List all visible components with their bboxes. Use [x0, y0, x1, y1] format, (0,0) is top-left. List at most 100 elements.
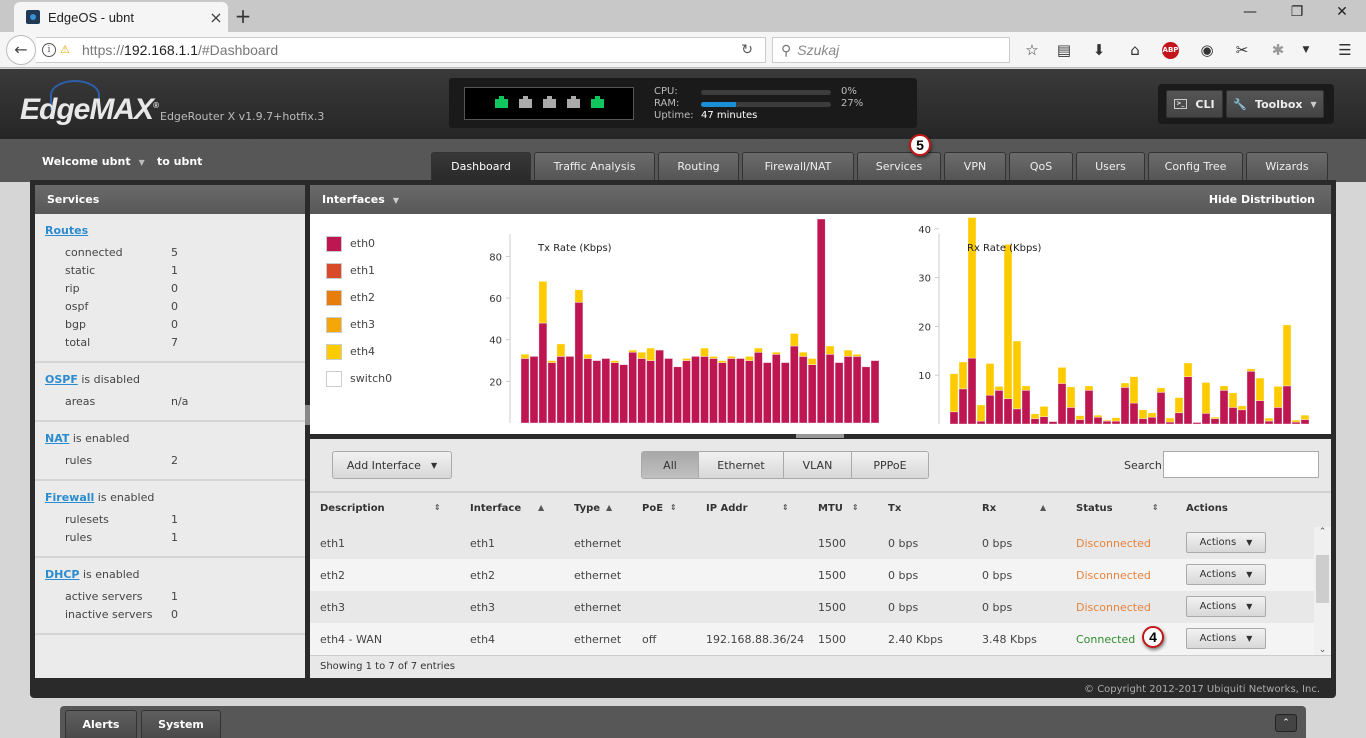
bar-eth0 [1138, 418, 1148, 425]
back-button[interactable]: ← [6, 35, 36, 65]
scroll-down-icon[interactable]: ⌄ [1314, 645, 1331, 655]
home-icon[interactable]: ⌂ [1124, 40, 1146, 60]
column-header-tx[interactable]: Tx [888, 503, 901, 514]
dhcp-link[interactable]: DHCP [45, 568, 79, 581]
chevron-down-icon: ▼ [1310, 99, 1317, 109]
color-picker-extension-icon[interactable]: ◉ [1196, 40, 1218, 60]
user-menu[interactable]: Welcome ubnt ▼ [42, 155, 145, 168]
stat-value: 2 [171, 453, 178, 467]
column-header-rx[interactable]: Rx [982, 503, 996, 514]
table-search-input[interactable] [1163, 451, 1319, 478]
bar-eth0 [816, 218, 826, 424]
tab-config-tree[interactable]: Config Tree [1148, 152, 1243, 180]
firewall-link[interactable]: Firewall [45, 491, 94, 504]
column-header-description[interactable]: Description [320, 503, 385, 514]
tab-vpn[interactable]: VPN [944, 152, 1006, 180]
expand-bottom-bar-button[interactable]: ⌃ [1275, 714, 1297, 732]
column-header-actions[interactable]: Actions [1186, 503, 1228, 514]
insecure-lock-icon[interactable]: ⚠ [60, 43, 74, 57]
add-interface-button[interactable]: Add Interface ▼ [332, 451, 452, 479]
tab-wizards[interactable]: Wizards [1246, 152, 1328, 180]
tab-routing[interactable]: Routing [658, 152, 739, 180]
screenshot-extension-icon[interactable]: ✂ [1231, 40, 1253, 60]
row-actions-button[interactable]: Actions ▼ [1186, 532, 1266, 553]
tab-services[interactable]: Services [857, 152, 941, 180]
tab-firewall-nat[interactable]: Firewall/NAT [742, 152, 854, 180]
url-bar[interactable]: i ⚠ https://192.168.1.1/#Dashboard ↻ [36, 37, 766, 63]
hamburger-menu-icon[interactable]: ☰ [1334, 40, 1356, 60]
row-actions-button[interactable]: Actions ▼ [1186, 628, 1266, 649]
interfaces-dropdown[interactable]: Interfaces ▼ [322, 193, 399, 206]
bookmark-star-icon[interactable]: ☆ [1021, 40, 1043, 60]
table-scrollbar[interactable]: ⌃ ⌄ [1314, 527, 1331, 655]
back-arrow-icon: ← [14, 40, 28, 59]
ospf-link[interactable]: OSPF [45, 373, 78, 386]
stat-name: rulesets [65, 512, 109, 526]
tab-qos[interactable]: QoS [1009, 152, 1073, 180]
window-close-button[interactable]: ✕ [1330, 4, 1354, 20]
url-text[interactable]: https://192.168.1.1/#Dashboard [82, 42, 278, 58]
system-tab[interactable]: System [141, 710, 221, 738]
cell-ip: 192.168.88.36/24 [706, 633, 805, 646]
tab-traffic-analysis[interactable]: Traffic Analysis [534, 152, 655, 180]
bug-extension-icon[interactable]: ✱ [1267, 40, 1289, 60]
column-header-ip-addr[interactable]: IP Addr [706, 503, 748, 514]
browser-tab[interactable]: EdgeOS - ubnt × [14, 2, 228, 32]
bar-eth4 [1075, 415, 1085, 420]
stat-name: inactive servers [65, 607, 153, 621]
bar-eth0 [736, 358, 745, 424]
window-maximize-button[interactable]: ❐ [1285, 4, 1309, 20]
row-actions-button[interactable]: Actions ▼ [1186, 596, 1266, 617]
browser-search-input[interactable]: ⚲ Szukaj [772, 37, 1010, 63]
window-minimize-button[interactable]: — [1238, 4, 1262, 20]
column-header-status[interactable]: Status [1076, 503, 1113, 514]
sort-icon[interactable]: ⇕ [434, 503, 441, 512]
nat-link[interactable]: NAT [45, 432, 69, 445]
filter-all-button[interactable]: All [642, 452, 699, 478]
column-header-type[interactable]: Type [574, 503, 600, 514]
bar-eth4 [1147, 412, 1157, 418]
bar-eth0 [1237, 409, 1247, 425]
routes-link[interactable]: Routes [45, 224, 88, 237]
row-actions-button[interactable]: Actions ▼ [1186, 564, 1266, 585]
bar-eth0 [1255, 400, 1265, 425]
sort-icon[interactable]: ▲ [606, 503, 612, 512]
bar-eth4 [628, 349, 638, 353]
overflow-chevron-icon[interactable]: ▼ [1295, 40, 1317, 60]
reload-icon[interactable]: ↻ [741, 42, 753, 58]
bar-eth0 [565, 356, 575, 424]
column-header-mtu[interactable]: MTU [818, 503, 843, 514]
column-header-interface[interactable]: Interface [470, 503, 521, 514]
scroll-up-icon[interactable]: ⌃ [1314, 527, 1331, 537]
filter-pppoe-button[interactable]: PPPoE [852, 452, 928, 478]
sort-icon[interactable]: ⇕ [1152, 503, 1159, 512]
bar-eth4 [520, 354, 530, 359]
adblock-plus-icon[interactable]: ABP [1162, 42, 1179, 59]
bar-eth4 [610, 360, 620, 364]
info-icon[interactable]: i [42, 43, 56, 57]
cli-button[interactable]: >_ CLI [1166, 90, 1223, 118]
alerts-tab[interactable]: Alerts [65, 710, 137, 738]
hide-distribution-link[interactable]: Hide Distribution [1209, 185, 1315, 214]
tab-dashboard[interactable]: Dashboard [431, 152, 531, 180]
tab-users[interactable]: Users [1076, 152, 1145, 180]
sort-icon[interactable]: ⇕ [852, 503, 859, 512]
bar-eth4 [1183, 362, 1193, 377]
toolbox-button[interactable]: 🔧 Toolbox ▼ [1226, 90, 1324, 118]
reading-list-icon[interactable]: ▤ [1053, 40, 1075, 60]
chevron-down-icon: ▼ [138, 158, 145, 167]
sort-icon[interactable]: ⇕ [670, 503, 677, 512]
service-status-text: is disabled [77, 373, 140, 386]
y-tick-label: 20 [489, 377, 502, 388]
sort-icon[interactable]: ▲ [1040, 503, 1046, 512]
close-tab-icon[interactable]: × [204, 8, 228, 27]
filter-ethernet-button[interactable]: Ethernet [699, 452, 784, 478]
sort-icon[interactable]: ⇕ [782, 503, 789, 512]
sort-icon[interactable]: ▲ [538, 503, 544, 512]
new-tab-button[interactable]: + [233, 4, 253, 28]
scrollbar-thumb[interactable] [1316, 555, 1329, 603]
download-icon[interactable]: ⬇ [1088, 40, 1110, 60]
column-header-poe[interactable]: PoE [642, 503, 663, 514]
resize-grip-handle[interactable] [796, 434, 844, 438]
filter-vlan-button[interactable]: VLAN [784, 452, 852, 478]
